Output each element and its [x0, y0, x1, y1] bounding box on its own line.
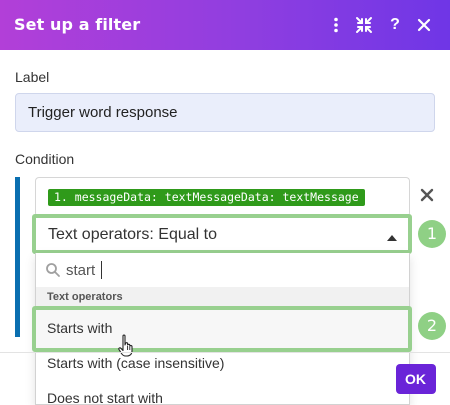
- highlight-box-1: [32, 214, 412, 254]
- ok-button[interactable]: OK: [396, 364, 436, 394]
- condition-group-bar: [15, 177, 20, 337]
- dropdown-search-input[interactable]: [66, 259, 396, 281]
- footer-divider: [0, 352, 450, 353]
- label-input[interactable]: Trigger word response: [15, 93, 435, 132]
- operand-token[interactable]: 1. messageData: textMessageData: textMes…: [48, 189, 365, 206]
- text-cursor: [101, 261, 102, 279]
- label-field-title: Label: [15, 69, 50, 85]
- collapse-arrows-icon[interactable]: [354, 15, 374, 35]
- more-vertical-icon[interactable]: [326, 15, 346, 35]
- dialog-header: Set up a filter ?: [0, 0, 450, 50]
- condition-title: Condition: [15, 151, 75, 167]
- step-badge-1: 1: [418, 220, 446, 248]
- option-group-label: Text operators: [47, 291, 123, 303]
- option-does-not-start-with[interactable]: Does not start with: [47, 390, 163, 405]
- close-icon[interactable]: [414, 15, 434, 35]
- dialog-title: Set up a filter: [14, 15, 141, 34]
- remove-condition-icon[interactable]: [419, 187, 435, 203]
- hand-pointer-icon: [117, 334, 137, 358]
- highlight-box-2: [32, 306, 412, 352]
- help-icon[interactable]: ?: [385, 15, 405, 35]
- step-badge-2: 2: [418, 312, 446, 340]
- search-icon: [45, 262, 61, 278]
